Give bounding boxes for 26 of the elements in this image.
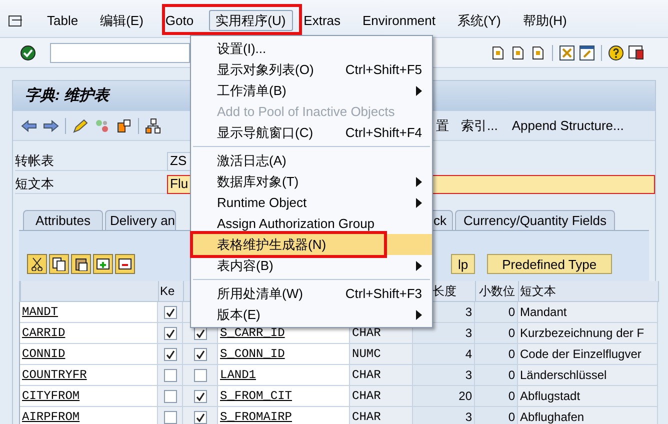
table-cell: CHAR <box>350 407 413 424</box>
table-cell: 3 <box>413 323 475 344</box>
table-cell: Mandant <box>518 302 658 323</box>
table-cell: 0 <box>475 323 518 344</box>
table-cell: 0 <box>475 344 518 365</box>
table-cell: Länderschlüssel <box>518 365 658 386</box>
table-cell: CHAR <box>350 386 413 407</box>
table-cell: 3 <box>413 365 475 386</box>
table-cell: CHAR <box>350 365 413 386</box>
shortcut-label: Ctrl+Shift+F5 <box>345 60 422 79</box>
table-cell: NUMC <box>350 344 413 365</box>
table-cell: Abflughafen <box>518 407 658 424</box>
table-cell: 0 <box>475 386 518 407</box>
table-cell: 0 <box>475 407 518 424</box>
column-header: Ke <box>159 281 184 302</box>
table-cell: 3 <box>413 407 475 424</box>
table-cell: 20 <box>413 386 475 407</box>
column-header: 小数位 <box>476 281 519 302</box>
table-cell: 0 <box>475 365 518 386</box>
shortcut-label: Ctrl+Shift+F4 <box>345 124 422 142</box>
table-cell: Kurzbezeichnung der F <box>518 323 658 344</box>
table-cell: Code der Einzelflugver <box>518 344 658 365</box>
table-cell: Abflugstadt <box>518 386 658 407</box>
table-cell: 0 <box>475 302 518 323</box>
table-cell: 4 <box>413 344 475 365</box>
column-header: 短文本 <box>519 281 659 302</box>
